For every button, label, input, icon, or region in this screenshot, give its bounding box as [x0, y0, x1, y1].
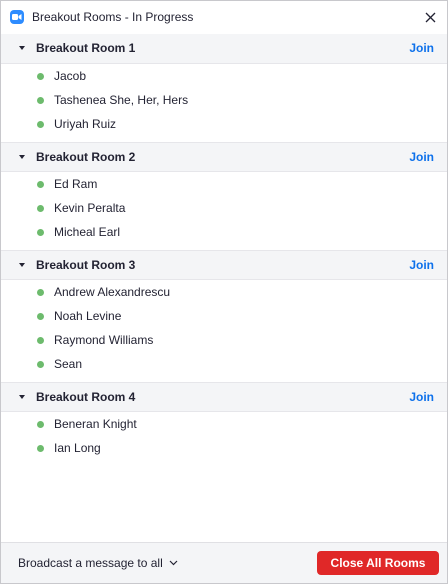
participant-list: Beneran Knight Ian Long	[1, 412, 447, 466]
breakout-room: Breakout Room 4 Join Beneran Knight Ian Lon…	[1, 382, 447, 466]
room-header[interactable]: Breakout Room 3 Join	[1, 250, 447, 280]
participant-name: Andrew Alexandrescu	[54, 285, 171, 299]
participant-list: Ed Ram Kevin Peralta Micheal Earl	[1, 172, 447, 250]
broadcast-label: Broadcast a message to all	[18, 556, 163, 570]
participant-row: Andrew Alexandrescu	[1, 280, 447, 304]
online-status-icon	[37, 121, 44, 128]
online-status-icon	[37, 445, 44, 452]
join-room-link[interactable]: Join	[409, 258, 434, 272]
participant-row: Raymond Williams	[1, 328, 447, 352]
title-bar: Breakout Rooms - In Progress	[1, 1, 447, 33]
participant-row: Micheal Earl	[1, 220, 447, 244]
participant-row: Tashenea She, Her, Hers	[1, 88, 447, 112]
participant-name: Micheal Earl	[54, 225, 121, 239]
footer-bar: Broadcast a message to all Close All Roo…	[1, 542, 447, 583]
participant-row: Beneran Knight	[1, 412, 447, 436]
room-name: Breakout Room 4	[36, 390, 136, 404]
room-name: Breakout Room 3	[36, 258, 136, 272]
participant-name: Ed Ram	[54, 177, 98, 191]
join-room-link[interactable]: Join	[409, 390, 434, 404]
close-all-rooms-button[interactable]: Close All Rooms	[317, 551, 439, 575]
online-status-icon	[37, 73, 44, 80]
chevron-down-icon	[169, 560, 178, 566]
join-room-link[interactable]: Join	[409, 41, 434, 55]
participant-row: Kevin Peralta	[1, 196, 447, 220]
participant-list: Jacob Tashenea She, Her, Hers Uriyah Ruiz	[1, 64, 447, 142]
participant-name: Kevin Peralta	[54, 201, 126, 215]
participant-name: Ian Long	[54, 441, 101, 455]
online-status-icon	[37, 229, 44, 236]
room-header[interactable]: Breakout Room 4 Join	[1, 382, 447, 412]
breakout-room: Breakout Room 1 Join Jacob Tashenea She, He…	[1, 34, 447, 142]
online-status-icon	[37, 97, 44, 104]
online-status-icon	[37, 313, 44, 320]
broadcast-message-dropdown[interactable]: Broadcast a message to all	[18, 556, 178, 570]
breakout-room: Breakout Room 3 Join Andrew Alexandrescu No…	[1, 250, 447, 382]
caret-down-icon[interactable]	[19, 46, 25, 50]
room-header[interactable]: Breakout Room 1 Join	[1, 34, 447, 64]
participant-name: Jacob	[54, 69, 87, 83]
participant-name: Tashenea She, Her, Hers	[54, 93, 189, 107]
room-header[interactable]: Breakout Room 2 Join	[1, 142, 447, 172]
online-status-icon	[37, 181, 44, 188]
caret-down-icon[interactable]	[19, 263, 25, 267]
online-status-icon	[37, 289, 44, 296]
close-icon[interactable]	[421, 8, 439, 26]
participant-list: Andrew Alexandrescu Noah Levine Raymond Wi…	[1, 280, 447, 382]
window-title: Breakout Rooms - In Progress	[32, 10, 194, 24]
join-room-link[interactable]: Join	[409, 150, 434, 164]
participant-row: Uriyah Ruiz	[1, 112, 447, 136]
rooms-list: Breakout Room 1 Join Jacob Tashenea She, He…	[1, 34, 447, 466]
participant-name: Sean	[54, 357, 83, 371]
participant-row: Ian Long	[1, 436, 447, 460]
participant-name: Beneran Knight	[54, 417, 137, 431]
participant-row: Sean	[1, 352, 447, 376]
online-status-icon	[37, 337, 44, 344]
participant-name: Uriyah Ruiz	[54, 117, 117, 131]
online-status-icon	[37, 421, 44, 428]
caret-down-icon[interactable]	[19, 395, 25, 399]
caret-down-icon[interactable]	[19, 155, 25, 159]
room-name: Breakout Room 1	[36, 41, 136, 55]
online-status-icon	[37, 361, 44, 368]
zoom-camera-icon	[10, 10, 24, 24]
participant-row: Ed Ram	[1, 172, 447, 196]
participant-name: Noah Levine	[54, 309, 122, 323]
participant-row: Noah Levine	[1, 304, 447, 328]
breakout-rooms-window: Breakout Rooms - In Progress Breakout Ro…	[0, 0, 448, 584]
participant-row: Jacob	[1, 64, 447, 88]
participant-name: Raymond Williams	[54, 333, 154, 347]
room-name: Breakout Room 2	[36, 150, 136, 164]
online-status-icon	[37, 205, 44, 212]
breakout-room: Breakout Room 2 Join Ed Ram Kevin Peralta Mi…	[1, 142, 447, 250]
